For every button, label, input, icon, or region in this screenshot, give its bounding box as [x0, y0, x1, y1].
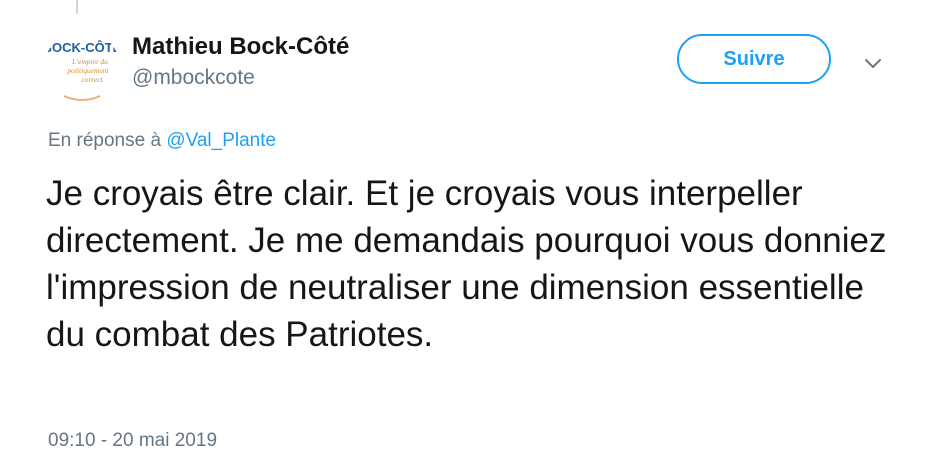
tweet-text: Je croyais être clair. Et je croyais vou…	[46, 174, 887, 354]
reply-context: En réponse à @Val_Plante	[48, 128, 276, 154]
author-handle[interactable]: @mbockcote	[132, 64, 349, 92]
reply-prefix: En réponse à	[48, 130, 162, 151]
thread-connector-line	[76, 0, 78, 14]
reply-mention-link[interactable]: @Val_Plante	[166, 130, 276, 151]
avatar-subtitle-line-3: correct	[81, 75, 103, 84]
more-options-button[interactable]	[860, 52, 886, 76]
avatar-book-cover: BOCK-CÔTÉ L'empire du politiquement corr…	[44, 30, 120, 106]
avatar-subtitle-line-1: L'empire du	[71, 57, 108, 66]
author-block[interactable]: Mathieu Bock-Côté @mbockcote	[132, 32, 349, 92]
follow-button[interactable]: Suivre	[677, 34, 831, 84]
tweet-timestamp[interactable]: 09:10 - 20 mai 2019	[48, 428, 217, 454]
chevron-down-icon	[865, 59, 881, 68]
author-name[interactable]: Mathieu Bock-Côté	[132, 32, 349, 62]
avatar[interactable]: BOCK-CÔTÉ L'empire du politiquement corr…	[44, 30, 120, 106]
avatar-subtitle-line-2: politiquement	[66, 66, 109, 75]
avatar-title: BOCK-CÔTÉ	[44, 40, 120, 55]
